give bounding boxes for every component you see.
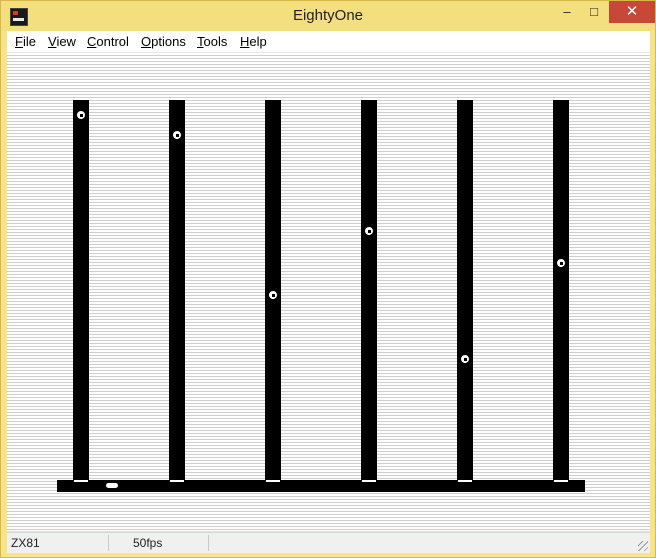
ball-sprite bbox=[172, 130, 182, 140]
resize-grip[interactable] bbox=[638, 541, 648, 551]
pillar bbox=[169, 100, 185, 484]
minimize-button[interactable]: – bbox=[552, 1, 582, 23]
menu-tools[interactable]: Tools bbox=[197, 34, 227, 49]
menu-bar: File View Control Options Tools Help bbox=[7, 31, 650, 53]
floor-bar bbox=[57, 480, 585, 492]
ball-sprite bbox=[364, 226, 374, 236]
floor-notch bbox=[266, 480, 280, 482]
menu-file[interactable]: File bbox=[15, 34, 36, 49]
menu-options[interactable]: Options bbox=[141, 34, 186, 49]
title-bar[interactable]: EightyOne – □ ✕ bbox=[1, 1, 655, 31]
status-divider bbox=[108, 535, 109, 551]
fps-status: 50fps bbox=[133, 536, 163, 550]
floor-notch bbox=[554, 480, 568, 482]
pillar bbox=[457, 100, 473, 484]
pillar bbox=[265, 100, 281, 484]
close-button[interactable]: ✕ bbox=[609, 1, 655, 23]
machine-status: ZX81 bbox=[11, 536, 40, 550]
floor-notch bbox=[458, 480, 472, 482]
pillar bbox=[73, 100, 89, 484]
ball-sprite bbox=[556, 258, 566, 268]
menu-view[interactable]: View bbox=[48, 34, 76, 49]
player-sprite bbox=[105, 482, 119, 489]
ball-sprite bbox=[268, 290, 278, 300]
menu-help[interactable]: Help bbox=[240, 34, 267, 49]
emulator-window: EightyOne – □ ✕ File View Control Option… bbox=[0, 0, 656, 558]
floor-notch bbox=[362, 480, 376, 482]
maximize-button[interactable]: □ bbox=[579, 1, 609, 23]
floor-notch bbox=[170, 480, 184, 482]
menu-control[interactable]: Control bbox=[87, 34, 129, 49]
emulator-display[interactable] bbox=[7, 53, 650, 531]
floor-notch bbox=[74, 480, 88, 482]
pillar bbox=[361, 100, 377, 484]
ball-sprite bbox=[460, 354, 470, 364]
pillar bbox=[553, 100, 569, 484]
status-bar: ZX81 50fps bbox=[7, 532, 650, 553]
status-divider bbox=[208, 535, 209, 551]
ball-sprite bbox=[76, 110, 86, 120]
